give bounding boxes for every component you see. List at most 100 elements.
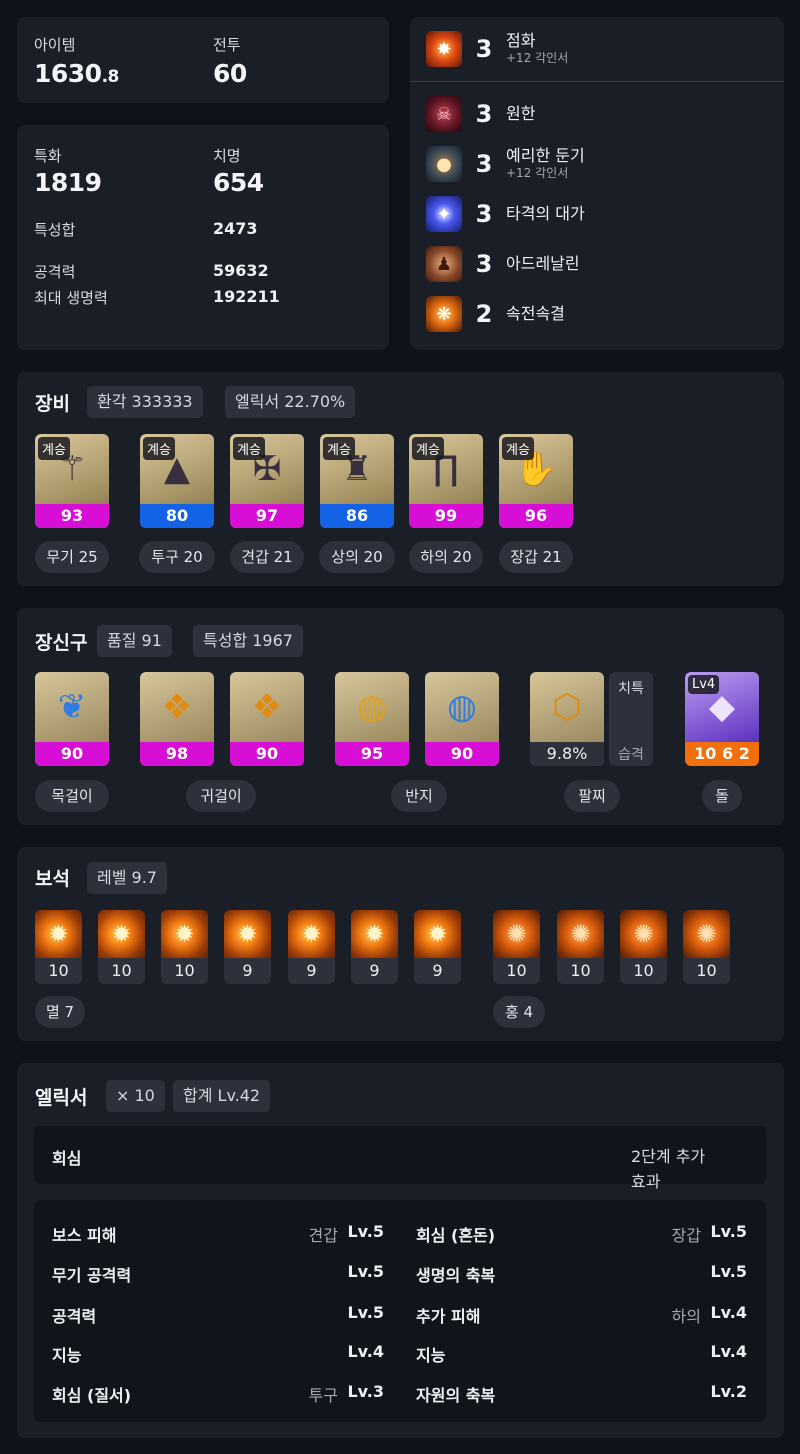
necklace-label: 목걸이 — [35, 780, 109, 812]
item-level-label: 아이템 — [34, 36, 76, 54]
stone-label: 돌 — [702, 780, 742, 812]
chest-slot[interactable]: ♜ 계승 86 — [320, 434, 394, 528]
crimson-gem[interactable]: ✺ 10 — [620, 910, 667, 984]
gloves-label: 장갑 21 — [499, 541, 573, 573]
equipment-panel: 장비 환각 333333 엘릭서 22.70% ⚚ 계승 93 ▲ 계승 80 … — [17, 372, 784, 586]
engraving-book: +12 각인서 — [506, 166, 569, 181]
bracelet-label: 팔찌 — [564, 780, 620, 812]
quality-bar: 93 — [35, 504, 109, 528]
attack-power-value: 59632 — [213, 261, 269, 280]
engraving-row[interactable]: ❋ 2 속전속결 — [426, 294, 565, 334]
ability-stone-slot[interactable]: ◆ Lv4 10 6 2 — [685, 672, 759, 766]
engraving-level: 3 — [475, 35, 493, 63]
annihilation-gem[interactable]: ✹ 10 — [98, 910, 145, 984]
gem-level: 10 — [633, 961, 654, 980]
weapon-slot[interactable]: ⚚ 계승 93 — [35, 434, 109, 528]
crimson-gem-icon: ✺ — [557, 910, 604, 958]
elixir-effect-level: Lv.5 — [347, 1262, 384, 1281]
earring-icon: ❖ — [251, 687, 283, 727]
quality-bar: 98 — [140, 742, 214, 766]
inherit-badge: 계승 — [502, 437, 534, 460]
annihilation-gem[interactable]: ✹ 9 — [224, 910, 271, 984]
chest-label: 상의 20 — [319, 541, 395, 573]
engraving-row[interactable]: ✦ 3 타격의 대가 — [426, 194, 585, 234]
engraving-row[interactable]: ♟ 3 아드레날린 — [426, 244, 580, 284]
elixir-count-chip: × 10 — [106, 1080, 165, 1112]
gem-level: 9 — [242, 961, 253, 980]
annihilation-gem[interactable]: ✹ 9 — [288, 910, 335, 984]
bracelet-stat-2: 습격 — [618, 747, 644, 763]
engraving-level: 2 — [475, 300, 493, 328]
annihilation-gem-icon: ✹ — [414, 910, 461, 958]
engraving-name: 원한 — [506, 104, 536, 124]
bracelet-value: 9.8% — [530, 742, 604, 766]
ring-slot[interactable]: ◍ 95 — [335, 672, 409, 766]
crit-value: 654 — [213, 168, 264, 197]
elixir-effect-name: 무기 공격력 — [52, 1266, 132, 1285]
elixir-effect-level: Lv.5 — [710, 1222, 747, 1241]
elixir-effect-level: Lv.4 — [347, 1342, 384, 1361]
engraving-level: 3 — [475, 100, 493, 128]
accessory-total-chip: 특성합 1967 — [193, 625, 303, 657]
elixir-set-name: 회심 — [52, 1149, 82, 1168]
gloves-slot[interactable]: ✋ 계승 96 — [499, 434, 573, 528]
elixir-effect-level: Lv.4 — [710, 1342, 747, 1361]
engraving-name: 아드레날린 — [506, 254, 580, 274]
engraving-name: 속전속결 — [506, 304, 565, 324]
annihilation-gem-icon: ✹ — [35, 910, 82, 958]
necklace-slot[interactable]: ❦ 90 — [35, 672, 109, 766]
crimson-gem[interactable]: ✺ 10 — [557, 910, 604, 984]
summary-stats-panel: 아이템 1630.8 전투 60 — [17, 17, 389, 103]
elixir-effect-slot: 견갑 — [308, 1226, 338, 1245]
earring-slot[interactable]: ❖ 98 — [140, 672, 214, 766]
ring-slot[interactable]: ◍ 90 — [425, 672, 499, 766]
annihilation-gem[interactable]: ✹ 10 — [35, 910, 82, 984]
quality-bar: 99 — [409, 504, 483, 528]
crimson-gem[interactable]: ✺ 10 — [493, 910, 540, 984]
spec-value: 1819 — [34, 168, 102, 197]
ring-icon: ◍ — [357, 687, 387, 727]
gem-level: 10 — [174, 961, 195, 980]
engraving-row[interactable]: ✸ 3 점화 +12 각인서 — [426, 29, 568, 69]
annihilation-count: 멸 7 — [35, 996, 85, 1028]
annihilation-gem-icon: ✹ — [98, 910, 145, 958]
engraving-name: 타격의 대가 — [506, 204, 585, 224]
earring-slot[interactable]: ❖ 90 — [230, 672, 304, 766]
helmet-slot[interactable]: ▲ 계승 80 — [140, 434, 214, 528]
elixir-set-effect-line: 효과 — [631, 1172, 661, 1191]
quality-bar: 95 — [335, 742, 409, 766]
gem-level: 9 — [306, 961, 317, 980]
annihilation-gem[interactable]: ✹ 9 — [414, 910, 461, 984]
bracelet-slot[interactable]: ⬡ 9.8% — [530, 672, 604, 766]
elixir-title: 엘릭서 — [35, 1087, 88, 1109]
elixir-effect-name: 보스 피해 — [52, 1226, 117, 1245]
quality-bar: 80 — [140, 504, 214, 528]
keen-blunt-icon: ● — [426, 146, 462, 182]
annihilation-gem[interactable]: ✹ 10 — [161, 910, 208, 984]
engraving-row[interactable]: ☠ 3 원한 — [426, 94, 535, 134]
engraving-row[interactable]: ● 3 예리한 둔기 +12 각인서 — [426, 144, 585, 184]
pants-slot[interactable]: ∏ 계승 99 — [409, 434, 483, 528]
item-level-value: 1630.8 — [34, 59, 119, 88]
crimson-gem[interactable]: ✺ 10 — [683, 910, 730, 984]
elixir-effect-name: 추가 피해 — [416, 1307, 481, 1326]
helmet-label: 투구 20 — [139, 541, 215, 573]
bracelet-icon: ⬡ — [552, 687, 582, 727]
gems-title: 보석 — [35, 868, 70, 890]
adrenaline-icon: ♟ — [426, 246, 462, 282]
annihilation-gem[interactable]: ✹ 9 — [351, 910, 398, 984]
quality-bar: 90 — [425, 742, 499, 766]
shoulder-slot[interactable]: ✠ 계승 97 — [230, 434, 304, 528]
elixir-effect-level: Lv.5 — [347, 1222, 384, 1241]
annihilation-gem-icon: ✹ — [161, 910, 208, 958]
gem-level: 9 — [369, 961, 380, 980]
elixir-effect-name: 지능 — [416, 1346, 446, 1365]
ignite-icon: ✸ — [426, 31, 462, 67]
inherit-badge: 계승 — [143, 437, 175, 460]
engraving-level: 3 — [475, 200, 493, 228]
quality-bar: 97 — [230, 504, 304, 528]
transcend-chip: 환각 333333 — [87, 386, 203, 418]
elixir-set-effect: 2단계 추가 효과 — [631, 1144, 705, 1194]
ring-label: 반지 — [391, 780, 447, 812]
elixir-effect-name: 생명의 축복 — [416, 1266, 496, 1285]
